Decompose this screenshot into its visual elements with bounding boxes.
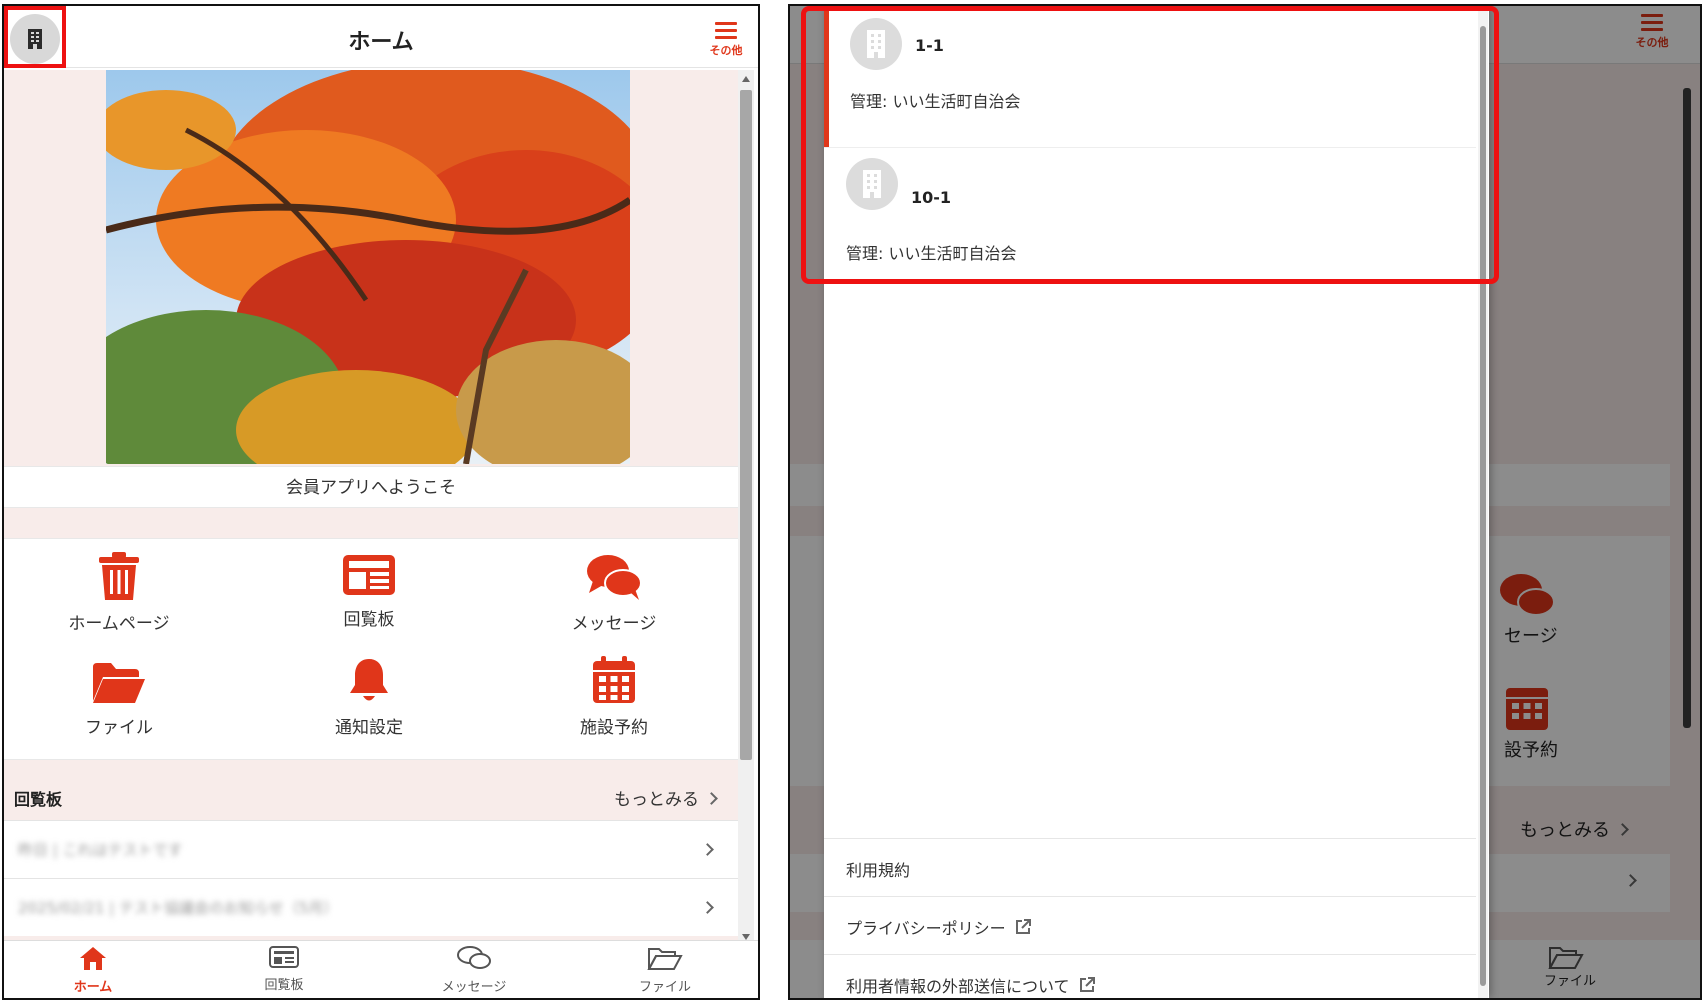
chevron-right-icon xyxy=(701,843,714,856)
tile-label: ファイル xyxy=(85,718,153,738)
see-more-link[interactable]: もっとみる xyxy=(614,785,718,810)
scrollbar-thumb xyxy=(1683,88,1691,728)
link-label: プライバシーポリシー xyxy=(846,919,1006,938)
tile-message[interactable]: メッセージ xyxy=(514,553,714,634)
section-title: 回覧板 xyxy=(14,790,63,809)
tab-file[interactable]: ファイル xyxy=(605,945,725,995)
tile-label: 施設予約 xyxy=(580,718,648,738)
home-screen-panel: ホーム その他 会員アプリへようこそ ホームページ 回覧板 メッセージ ファイル… xyxy=(2,4,760,1000)
circular-section-header: 回覧板 もっとみる xyxy=(4,770,738,820)
tile-label: 回覧板 xyxy=(343,610,395,630)
tab-message[interactable]: メッセージ xyxy=(414,945,534,995)
hamburger-icon xyxy=(715,22,737,40)
tile-label: メッセージ xyxy=(571,614,657,634)
page-title: ホーム xyxy=(348,30,414,55)
tab-circular[interactable]: 回覧板 xyxy=(224,945,344,993)
scroll-up-arrow-icon[interactable] xyxy=(742,76,750,82)
more-menu-label: その他 xyxy=(709,44,743,57)
app-header: ホーム その他 xyxy=(4,6,758,68)
chevron-right-icon xyxy=(705,792,718,805)
link-label: 利用規約 xyxy=(846,861,911,880)
tab-label: ホーム xyxy=(73,980,113,995)
newspaper-icon xyxy=(343,555,395,595)
external-data-transmission-link[interactable]: 利用者情報の外部送信について xyxy=(824,954,1476,998)
tile-facility-reservation[interactable]: 施設予約 xyxy=(514,655,714,738)
chevron-right-icon xyxy=(701,901,714,914)
link-label: 利用者情報の外部送信について xyxy=(846,977,1070,996)
circular-list-item[interactable]: 昨日 | これはテストです xyxy=(4,820,738,878)
chat-bubbles-icon xyxy=(587,555,642,600)
home-content[interactable]: 会員アプリへようこそ ホームページ 回覧板 メッセージ ファイル 通知設定 施設… xyxy=(4,70,738,946)
menu-tiles: ホームページ 回覧板 メッセージ ファイル 通知設定 施設予約 xyxy=(4,538,738,760)
organization-drawer-screen: その他 セージ 設予約 もっとみる ファイル 1-1 管理: いい生活町自治会 … xyxy=(788,4,1702,1000)
scrollbar[interactable] xyxy=(738,70,754,946)
tab-label: メッセージ xyxy=(441,980,507,995)
folder-open-icon xyxy=(93,663,145,703)
home-icon xyxy=(80,947,106,970)
tab-label: 回覧板 xyxy=(264,978,304,993)
privacy-policy-link[interactable]: プライバシーポリシー xyxy=(824,896,1476,954)
external-link-icon xyxy=(1015,919,1031,934)
tab-label: ファイル xyxy=(638,980,691,995)
bell-icon xyxy=(350,659,388,701)
tile-notification-settings[interactable]: 通知設定 xyxy=(269,657,469,738)
tile-homepage[interactable]: ホームページ xyxy=(19,551,219,634)
tab-home[interactable]: ホーム xyxy=(33,945,153,995)
external-link-icon xyxy=(1079,977,1095,992)
welcome-text: 会員アプリへようこそ xyxy=(4,466,738,508)
scrollbar xyxy=(1680,68,1694,938)
more-menu-button[interactable]: その他 xyxy=(704,18,748,64)
hero-image xyxy=(106,70,630,464)
see-more-label: もっとみる xyxy=(614,790,699,810)
circular-item-title: 昨日 | これはテストです xyxy=(18,841,183,859)
tile-file[interactable]: ファイル xyxy=(19,661,219,738)
chat-bubbles-icon xyxy=(457,946,491,969)
newspaper-icon xyxy=(269,946,299,968)
terms-link[interactable]: 利用規約 xyxy=(824,838,1476,896)
tile-label: ホームページ xyxy=(68,614,170,634)
circular-list-item[interactable]: 2025/02/21 | テスト協議会のお知らせ（5月） xyxy=(4,878,738,936)
trash-icon xyxy=(99,552,139,600)
bottom-tab-bar: ホーム 回覧板 メッセージ ファイル xyxy=(4,940,758,998)
calendar-icon xyxy=(593,656,635,703)
circular-item-title: 2025/02/21 | テスト協議会のお知らせ（5月） xyxy=(18,899,339,917)
tile-label: 通知設定 xyxy=(335,718,403,738)
scrollbar-thumb[interactable] xyxy=(740,90,752,760)
tile-circular[interactable]: 回覧板 xyxy=(269,553,469,630)
folder-open-icon xyxy=(647,948,683,970)
highlight-frame xyxy=(801,6,1499,284)
